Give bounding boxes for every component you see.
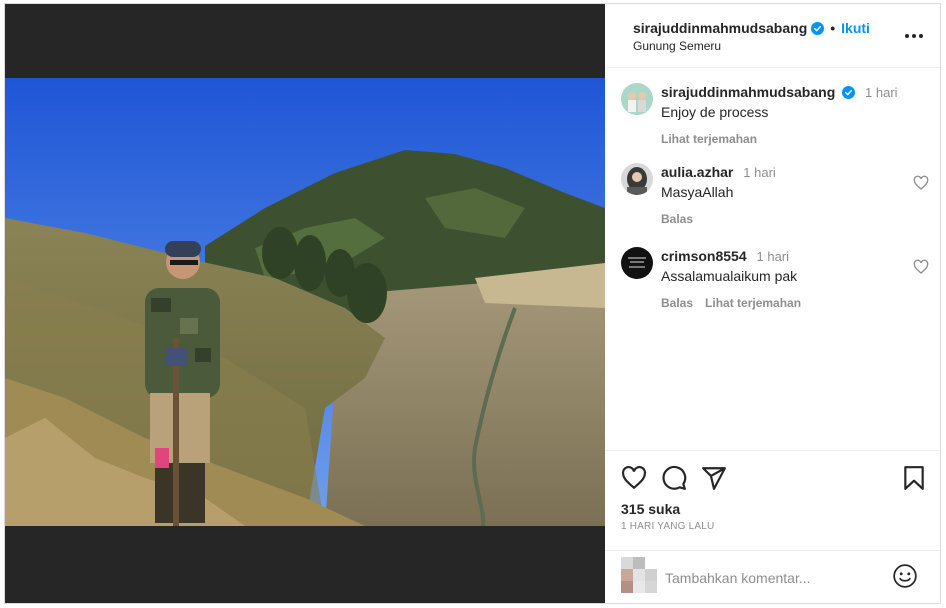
post-dialog: sirajuddinmahmudsabang • Ikuti Gunung Se…: [4, 3, 941, 604]
comment-username[interactable]: aulia.azhar: [661, 164, 733, 180]
comment-actions: Balas: [661, 212, 901, 226]
comment-time[interactable]: 1 hari: [757, 249, 790, 264]
post-header: sirajuddinmahmudsabang • Ikuti Gunung Se…: [605, 4, 940, 68]
share-icon[interactable]: [701, 465, 727, 491]
heart-icon[interactable]: [621, 465, 647, 491]
comment-text: MasyaAllah: [661, 184, 734, 200]
caption-time[interactable]: 1 hari: [865, 85, 898, 100]
smiley-icon[interactable]: [892, 563, 918, 589]
see-translation-link[interactable]: Lihat terjemahan: [661, 132, 757, 146]
caption-body: sirajuddinmahmudsabang 1 hari Enjoy de p…: [661, 83, 901, 146]
bookmark-icon[interactable]: [901, 465, 927, 491]
post-photo[interactable]: [5, 78, 605, 526]
reply-button[interactable]: Balas: [661, 212, 693, 226]
add-comment-bar: [605, 550, 940, 603]
caption-text: Enjoy de process: [661, 104, 769, 120]
comment-username[interactable]: crimson8554: [661, 248, 747, 264]
comment-body: crimson8554 1 hari Assalamualaikum pak B…: [661, 247, 901, 310]
comment-text: Assalamualaikum pak: [661, 268, 798, 284]
like-comment-heart-icon[interactable]: [913, 175, 929, 191]
comments-list[interactable]: sirajuddinmahmudsabang 1 hari Enjoy de p…: [605, 69, 940, 449]
add-comment-input[interactable]: [665, 568, 885, 588]
comment-icon[interactable]: [661, 465, 687, 491]
comment-actions: Balas Lihat terjemahan: [661, 296, 901, 310]
comment-item: aulia.azhar 1 hari MasyaAllah Balas: [621, 163, 931, 233]
follow-button[interactable]: Ikuti: [841, 20, 870, 36]
post-location[interactable]: Gunung Semeru: [633, 39, 721, 53]
header-separator: •: [830, 20, 836, 36]
post-actions: 315 suka 1 HARI YANG LALU: [605, 450, 940, 550]
post-time-ago[interactable]: 1 HARI YANG LALU: [621, 521, 714, 532]
caption-username[interactable]: sirajuddinmahmudsabang: [661, 84, 835, 100]
comment-time[interactable]: 1 hari: [743, 165, 776, 180]
avatar[interactable]: [621, 247, 653, 279]
reply-button[interactable]: Balas: [661, 296, 693, 310]
header-username[interactable]: sirajuddinmahmudsabang: [633, 20, 807, 36]
like-comment-heart-icon[interactable]: [913, 259, 929, 275]
caption-actions: Lihat terjemahan: [661, 132, 901, 146]
more-horizontal-icon[interactable]: [904, 26, 924, 46]
post-side-panel: sirajuddinmahmudsabang • Ikuti Gunung Se…: [605, 4, 940, 603]
comment-header: crimson8554 1 hari: [661, 247, 901, 266]
comment-header: aulia.azhar 1 hari: [661, 163, 901, 182]
comment-item: crimson8554 1 hari Assalamualaikum pak B…: [621, 247, 931, 317]
caption-item: sirajuddinmahmudsabang 1 hari Enjoy de p…: [621, 83, 931, 153]
see-translation-link[interactable]: Lihat terjemahan: [705, 296, 801, 310]
verified-badge-icon: [811, 21, 825, 35]
current-user-avatar: [621, 557, 657, 593]
like-count[interactable]: 315 suka: [621, 501, 680, 517]
post-media: [5, 4, 605, 603]
header-user-row: sirajuddinmahmudsabang • Ikuti: [633, 20, 870, 36]
verified-badge-icon: [842, 86, 856, 99]
caption-header: sirajuddinmahmudsabang 1 hari: [661, 83, 901, 102]
avatar[interactable]: [621, 163, 653, 195]
avatar[interactable]: [621, 83, 653, 115]
comment-body: aulia.azhar 1 hari MasyaAllah Balas: [661, 163, 901, 226]
